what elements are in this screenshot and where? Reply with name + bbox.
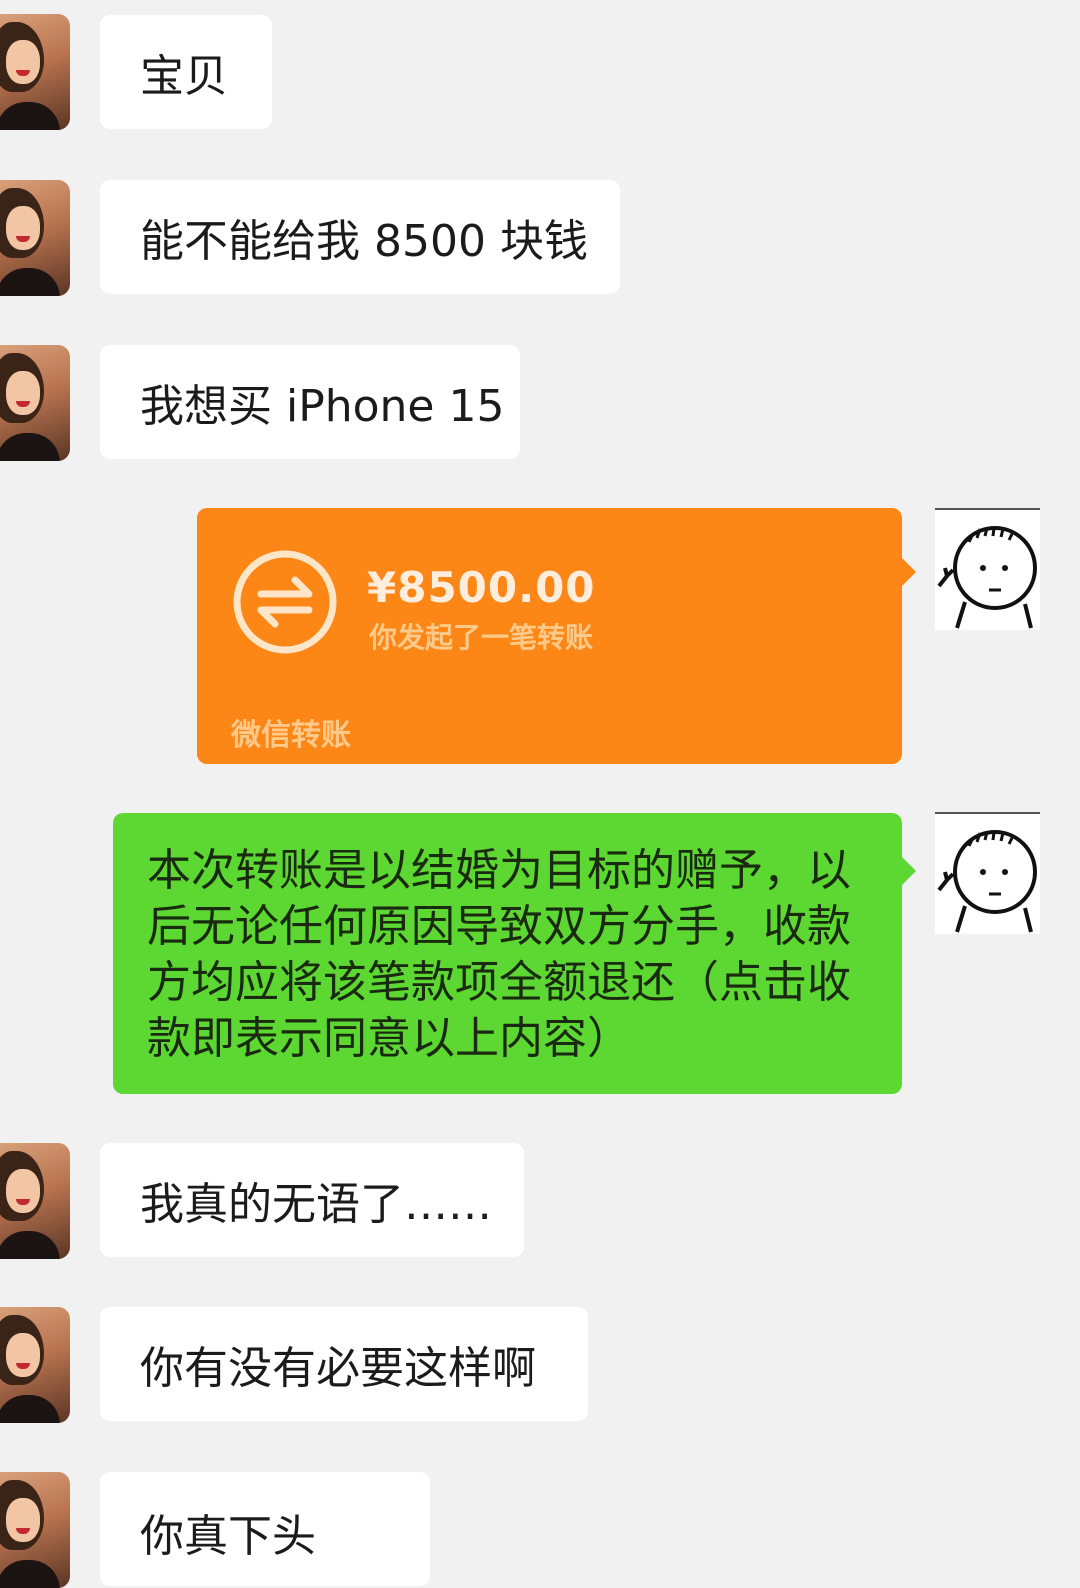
chat-view: 宝贝 能不能给我 8500 块钱 我想买 iPhone 15 ¥8500.00 … — [0, 0, 1080, 1588]
contact-avatar[interactable] — [0, 1143, 70, 1259]
message-text: 我真的无语了…… — [140, 1179, 492, 1230]
message-bubble[interactable]: 我真的无语了…… — [100, 1143, 524, 1257]
message-text: 你真下头 — [140, 1511, 316, 1562]
message-text: 宝贝 — [140, 51, 228, 102]
contact-avatar[interactable] — [0, 1307, 70, 1423]
transfer-description: 你发起了一笔转账 — [369, 621, 594, 654]
terms-message-text: 本次转账是以结婚为目标的赠予，以后无论任何原因导致双方分手，收款方均应将该笔款项… — [147, 845, 851, 1064]
stick-figure-icon — [937, 526, 1037, 629]
contact-avatar[interactable] — [0, 345, 70, 461]
self-avatar[interactable] — [935, 812, 1040, 934]
terms-message-bubble[interactable]: 本次转账是以结婚为目标的赠予，以后无论任何原因导致双方分手，收款方均应将该笔款项… — [113, 813, 916, 1094]
message-text: 我想买 iPhone 15 — [140, 381, 505, 432]
message-text: 你有没有必要这样啊 — [140, 1343, 536, 1394]
message-bubble[interactable]: 你有没有必要这样啊 — [100, 1307, 588, 1421]
message-text: 能不能给我 8500 块钱 — [140, 216, 588, 267]
transfer-brand-label: 微信转账 — [231, 718, 351, 753]
transfer-amount: ¥8500.00 — [367, 563, 596, 612]
transfer-card[interactable]: ¥8500.00 你发起了一笔转账 微信转账 — [197, 508, 916, 764]
stick-figure-icon — [937, 830, 1037, 933]
message-bubble[interactable]: 我想买 iPhone 15 — [100, 345, 520, 459]
message-bubble[interactable]: 你真下头 — [100, 1472, 430, 1586]
contact-avatar[interactable] — [0, 14, 70, 130]
self-avatar[interactable] — [935, 508, 1040, 630]
message-bubble[interactable]: 能不能给我 8500 块钱 — [100, 180, 620, 294]
transfer-arrows-icon — [233, 550, 337, 654]
contact-avatar[interactable] — [0, 1472, 70, 1588]
message-bubble[interactable]: 宝贝 — [100, 15, 272, 129]
contact-avatar[interactable] — [0, 180, 70, 296]
